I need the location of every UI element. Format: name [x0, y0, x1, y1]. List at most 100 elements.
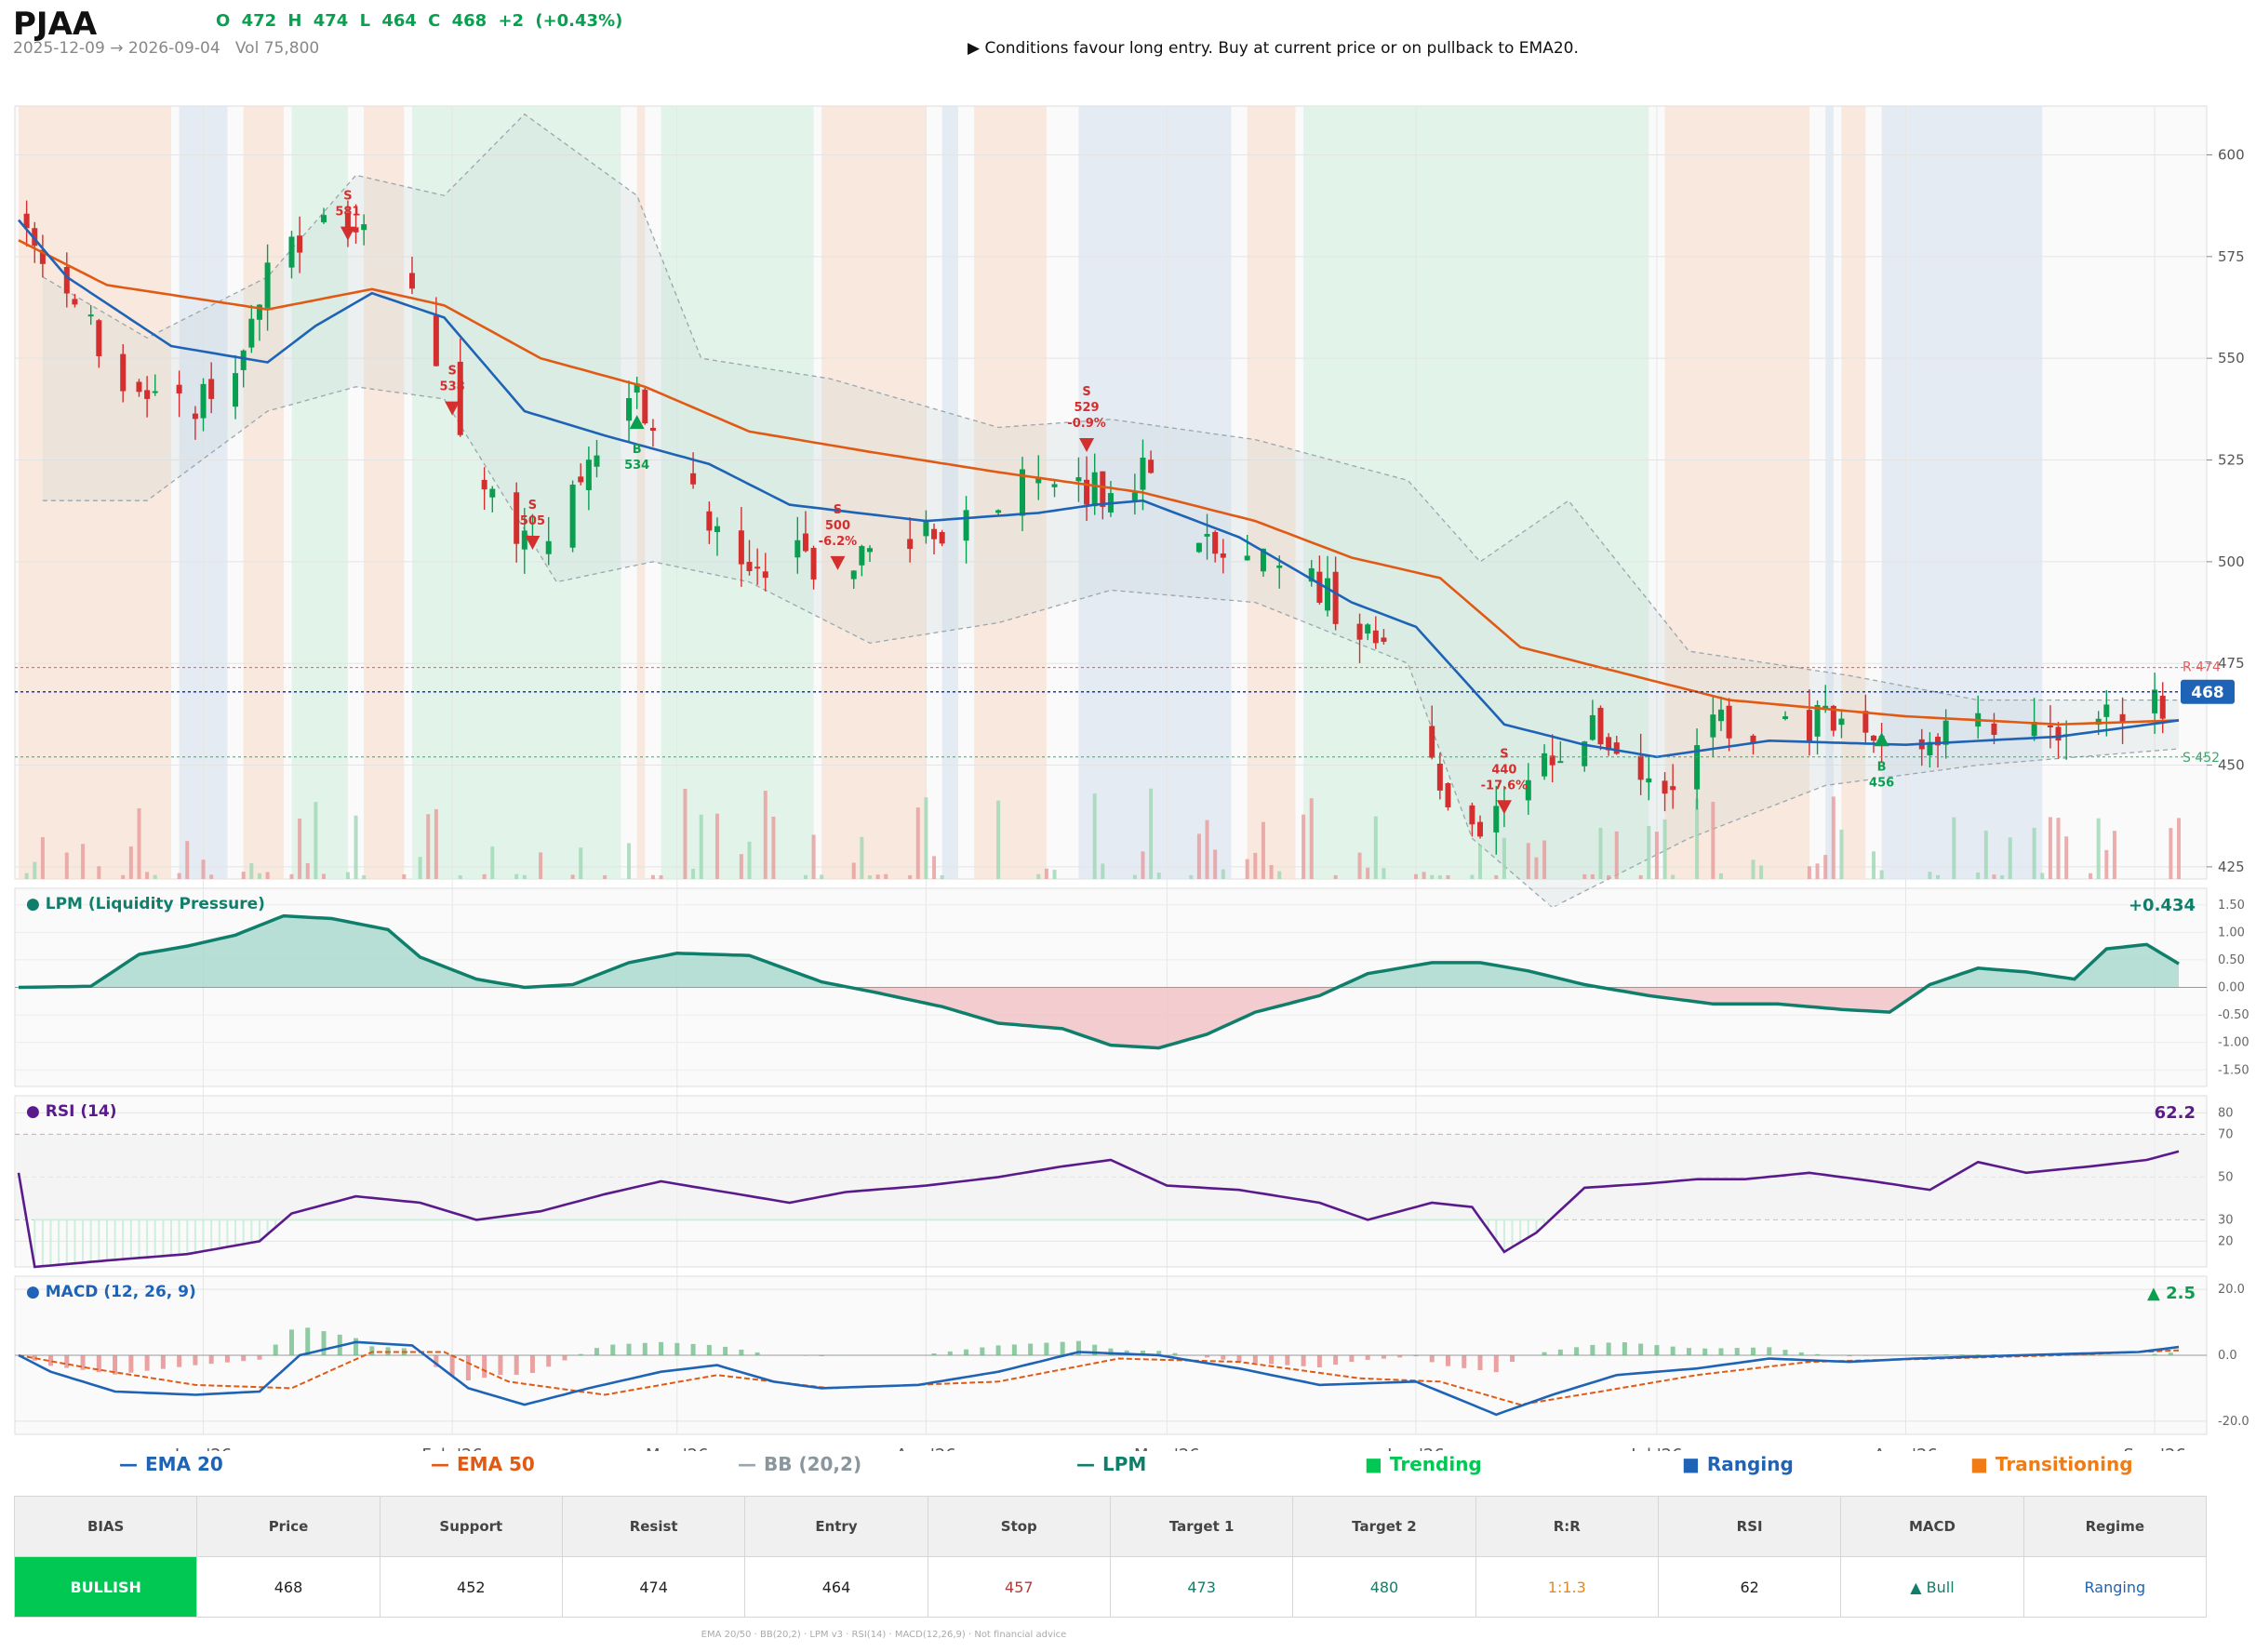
- x-tick-label: Jul '26: [1630, 1446, 1682, 1451]
- volume-bar: [683, 789, 687, 879]
- macd-title: ● MACD (12, 26, 9): [26, 1283, 196, 1301]
- volume-bar: [1333, 874, 1338, 879]
- volume-bar: [121, 874, 126, 879]
- candle-body: [240, 350, 247, 370]
- volume-bar: [1132, 874, 1137, 879]
- macd-histogram-bar: [626, 1343, 632, 1355]
- macd-histogram-bar: [529, 1355, 535, 1374]
- volume-bar: [860, 836, 864, 879]
- candle-body: [762, 571, 768, 579]
- candle-body: [1075, 477, 1082, 482]
- volume-bar: [1253, 852, 1258, 879]
- candle-body: [1597, 707, 1604, 745]
- candle-body: [433, 315, 439, 366]
- volume-bar: [1815, 863, 1820, 879]
- volume-bar: [1534, 857, 1539, 879]
- volume-bar: [209, 874, 214, 879]
- rsi-last-value: 62.2: [2155, 1103, 2196, 1123]
- volume-bar: [514, 873, 519, 879]
- volume-bar: [747, 841, 752, 879]
- summary-value-cell: ▲ Bull: [1840, 1556, 2024, 1618]
- candle-body: [585, 460, 592, 490]
- summary-value-cell: 457: [927, 1556, 1111, 1618]
- volume-bar: [1654, 832, 1659, 879]
- volume-bar: [1582, 873, 1587, 879]
- volume-bar: [426, 814, 431, 879]
- macd-tick-label: 0.0: [2218, 1349, 2237, 1363]
- summary-value-cell: 480: [1292, 1556, 1476, 1618]
- macd-histogram-bar: [465, 1355, 471, 1381]
- macd-histogram-bar: [1301, 1355, 1306, 1366]
- volume-bar: [2096, 818, 2101, 879]
- trade-marker-label: B: [633, 443, 642, 457]
- volume-bar: [924, 797, 928, 879]
- candle-body: [1212, 531, 1219, 554]
- volume-bar: [1502, 837, 1506, 879]
- summary-header-cell: Entry: [744, 1496, 928, 1557]
- volume-bar: [1373, 816, 1378, 879]
- summary-value-cell: 1:1.3: [1475, 1556, 1659, 1618]
- legend-swatch: ■: [1365, 1453, 1382, 1475]
- volume-bar: [1936, 874, 1941, 879]
- volume-bar: [201, 859, 206, 879]
- volume-bar: [820, 874, 824, 879]
- candle-body: [1148, 460, 1155, 473]
- candle-body: [1670, 786, 1676, 791]
- x-tick-label: Mar '26: [646, 1446, 709, 1451]
- y-tick-label: 475: [2218, 655, 2245, 672]
- legend-label: BB (20,2): [764, 1453, 862, 1475]
- candle-body: [1131, 492, 1138, 501]
- macd-histogram-bar: [1767, 1347, 1772, 1355]
- candle-body: [1276, 565, 1283, 568]
- macd-histogram-bar: [1445, 1355, 1450, 1366]
- volume-bar: [1221, 869, 1225, 879]
- volume-bar: [1470, 874, 1475, 879]
- x-tick-label: Feb '26: [421, 1446, 482, 1451]
- candle-body: [514, 492, 520, 544]
- lpm-tick-label: 1.50: [2218, 899, 2245, 913]
- trade-marker-label: 505: [520, 514, 545, 528]
- macd-histogram-bar: [1172, 1352, 1178, 1355]
- summary-header-cell: Resist: [561, 1496, 746, 1557]
- volume-bar: [1277, 871, 1282, 879]
- macd-histogram-bar: [321, 1331, 327, 1355]
- volume-bar: [1879, 870, 1884, 879]
- volume-bar: [1478, 845, 1483, 879]
- candle-body: [87, 314, 94, 317]
- volume-bar: [345, 872, 350, 879]
- macd-histogram-bar: [1236, 1355, 1242, 1363]
- volume-bar: [2169, 828, 2173, 879]
- candle-body: [714, 526, 720, 533]
- macd-histogram-bar: [1316, 1355, 1322, 1367]
- x-tick-label: Apr '26: [896, 1446, 956, 1451]
- macd-histogram-bar: [674, 1342, 680, 1355]
- macd-histogram-bar: [1285, 1355, 1290, 1366]
- candle-body: [144, 390, 151, 399]
- volume-bar: [691, 868, 696, 879]
- candle-body: [176, 384, 182, 393]
- macd-histogram-bar: [514, 1355, 519, 1376]
- macd-histogram-bar: [1269, 1355, 1275, 1365]
- candle-body: [545, 540, 552, 554]
- lpm-tick-label: 0.50: [2218, 953, 2245, 967]
- macd-histogram-bar: [819, 1355, 824, 1357]
- macd-histogram-bar: [144, 1355, 150, 1371]
- legend-item-ranging: ■ Ranging: [1682, 1453, 1794, 1475]
- volume-bar: [418, 857, 422, 879]
- macd-histogram-bar: [594, 1348, 600, 1355]
- volume-bar: [1446, 874, 1450, 879]
- volume-bar: [1647, 826, 1651, 879]
- volume-bar: [1189, 874, 1194, 879]
- legend-swatch: ■: [1682, 1453, 1700, 1475]
- volume-bar: [2177, 818, 2181, 879]
- candle-body: [810, 547, 817, 580]
- summary-header-cell: Regime: [2022, 1496, 2208, 1557]
- macd-histogram-bar: [1702, 1348, 1708, 1355]
- volume-bar: [1983, 830, 1988, 879]
- candle-body: [321, 215, 327, 222]
- candle-body: [794, 540, 801, 558]
- volume-bar: [1437, 875, 1442, 879]
- summary-header-cell: BIAS: [13, 1496, 198, 1557]
- macd-histogram-bar: [1943, 1354, 1949, 1355]
- y-tick-label: 550: [2218, 350, 2245, 366]
